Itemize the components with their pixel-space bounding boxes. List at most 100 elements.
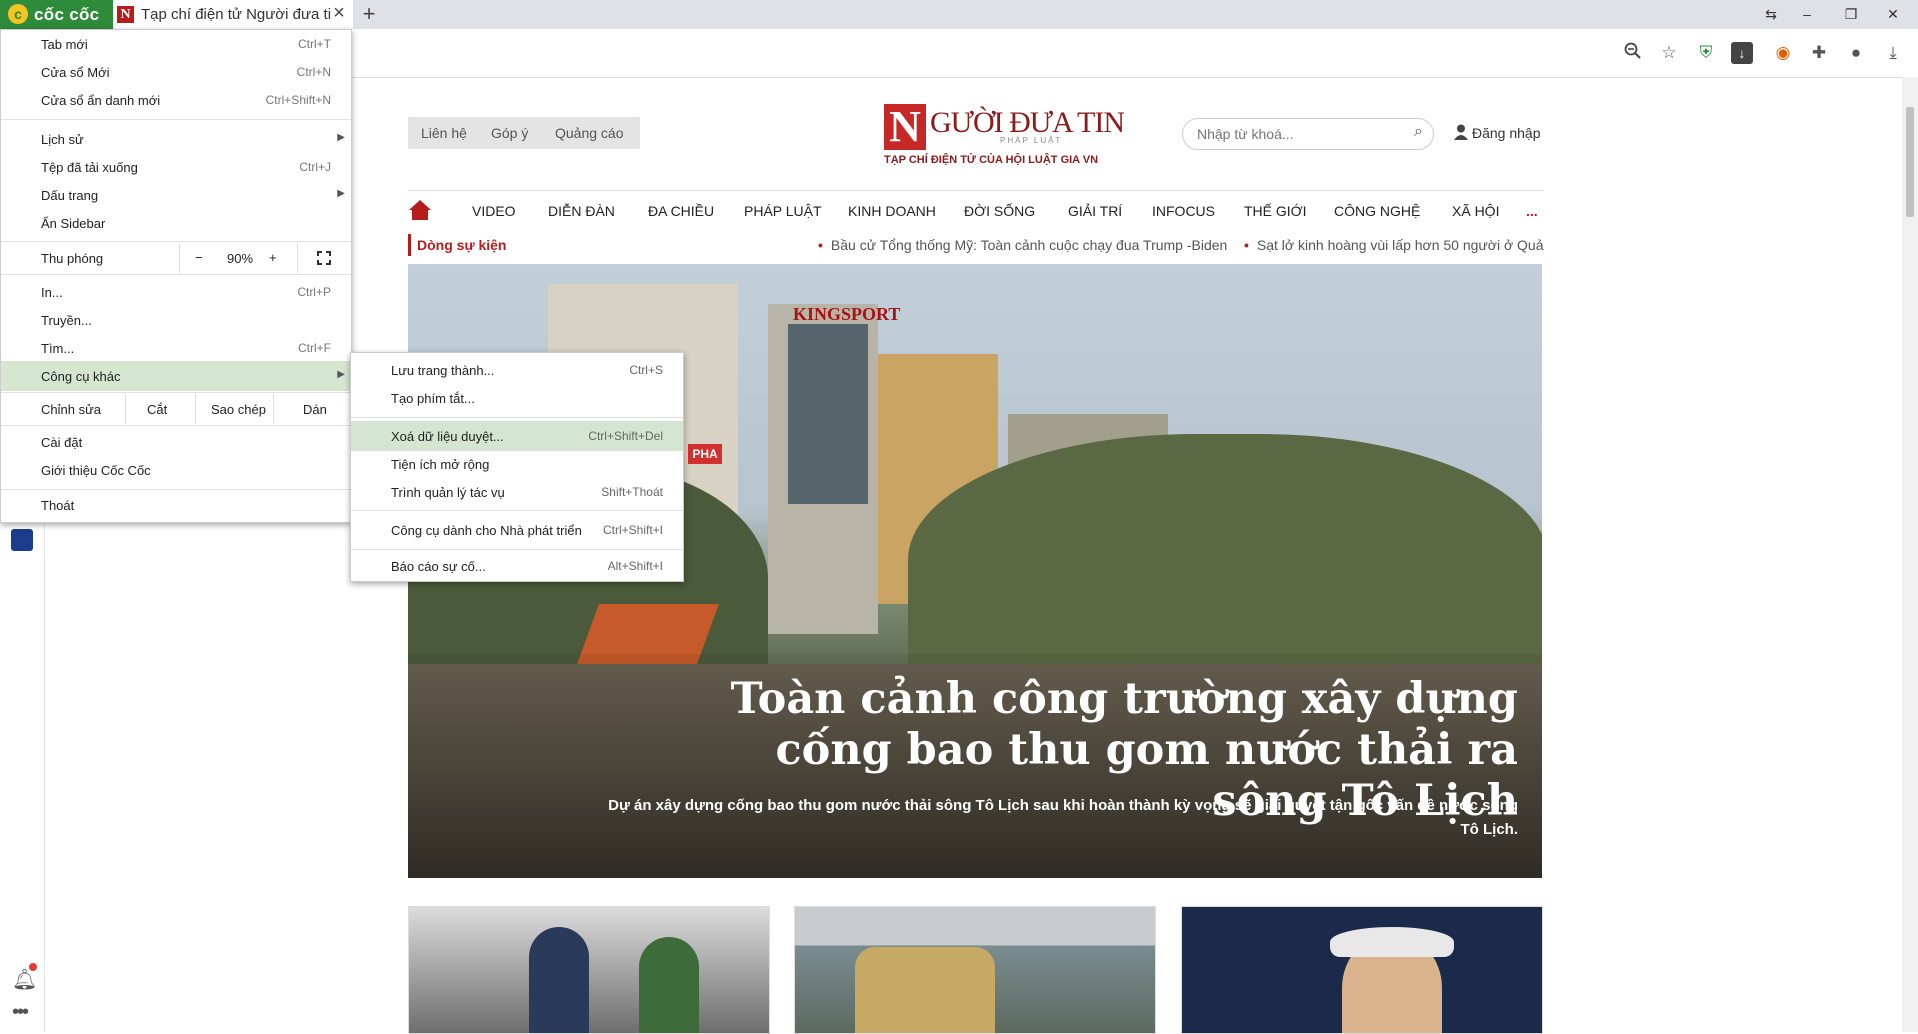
zoom-icon[interactable] [1622,42,1644,64]
nav-item[interactable]: PHÁP LUẬT [744,203,822,219]
scrollbar-thumb[interactable] [1906,107,1914,217]
hero-building-windows [788,324,868,504]
hero-sign: KINGSPORT [793,304,901,324]
article-card[interactable] [408,906,770,1034]
article-card[interactable] [794,906,1156,1034]
link-contact[interactable]: Liên hệ [421,125,467,141]
zoom-divider [179,243,180,273]
menu-downloads[interactable]: Tệp đã tải xuống Ctrl+J [1,154,351,182]
nav-item[interactable]: CÔNG NGHỆ [1334,203,1420,219]
notification-dot [29,963,37,971]
copy-button[interactable]: Sao chép [211,402,266,417]
browser-tab[interactable]: N Tạp chí điện tử Người đưa tin × [113,0,353,29]
menu-find[interactable]: Tìm... Ctrl+F [1,335,351,363]
article-thumbnail [639,937,699,1033]
logo-tagline: TẠP CHÍ ĐIỆN TỬ CỦA HỘI LUẬT GIA VN [884,154,1099,166]
menu-history[interactable]: Lịch sử ▶ [1,126,351,154]
article-card[interactable] [1181,906,1543,1034]
paste-button[interactable]: Dán [303,402,327,417]
menu-cast[interactable]: Truyền... [1,307,351,335]
zoom-out-button[interactable]: − [195,250,203,265]
fullscreen-icon[interactable] [317,251,331,265]
coccoc-logo-icon: c [8,4,28,24]
new-tab-button[interactable]: + [358,2,380,26]
cut-button[interactable]: Cắt [147,402,167,417]
hero-sign-2: PHA [688,444,722,464]
nav-item[interactable]: KINH DOANH [848,203,936,219]
login-link[interactable]: Đăng nhập [1454,124,1541,141]
nav-more-icon[interactable]: ... [1526,203,1538,219]
menu-save-page[interactable]: Lưu trang thành... Ctrl+S [351,357,683,385]
menu-bookmarks[interactable]: Dấu trang ▶ [1,182,351,210]
nav-item[interactable]: ĐA CHIỀU [648,203,714,219]
coccoc-menu-button[interactable]: c cốc cốc [0,0,113,29]
menu-divider [351,549,683,550]
user-icon [1454,124,1468,140]
menu-divider [351,417,683,418]
menu-developer-tools[interactable]: Công cụ dành cho Nhà phát triển Ctrl+Shif… [351,517,683,545]
search-input[interactable] [1195,125,1399,143]
extensions-puzzle-icon[interactable]: ✚ [1808,42,1830,64]
top-links: Liên hệ Góp ý Quảng cáo [408,117,640,149]
submenu-arrow-icon: ▶ [337,369,345,380]
nav-item[interactable]: THẾ GIỚI [1244,203,1307,219]
restore-button[interactable]: ❐ [1838,4,1864,24]
minimize-button[interactable]: – [1794,4,1820,24]
site-logo[interactable]: N GƯỜI ĐƯA TIN PHÁP LUẬT TẠP CHÍ ĐIỆN TỬ… [884,104,1125,166]
menu-create-shortcut[interactable]: Tạo phím tắt... [351,385,683,413]
logo-letter: N [884,104,926,150]
close-window-button[interactable]: ✕ [1880,4,1906,24]
sidebar-app-icon[interactable] [11,529,33,551]
menu-hide-sidebar[interactable]: Ẩn Sidebar [1,210,351,238]
menu-incognito[interactable]: Cửa sổ ẩn danh mới Ctrl+Shift+N [1,87,351,115]
nav-item[interactable]: GIẢI TRÍ [1068,203,1122,219]
nav-item[interactable]: DIỄN ĐÀN [548,203,615,219]
nav-item[interactable]: ĐỜI SỐNG [964,203,1035,219]
more-icon[interactable]: ••• [12,1001,29,1024]
menu-report-issue[interactable]: Báo cáo sự cố... Alt+Shift+I [351,553,683,581]
tab-title: Tạp chí điện tử Người đưa tin [141,6,331,23]
browser-main-menu: Tab mới Ctrl+T Cửa sổ Mới Ctrl+N Cửa sổ ẩn… [0,29,352,523]
nav-item[interactable]: VIDEO [472,203,516,219]
tab-search-icon[interactable]: ⇆ [1758,4,1784,24]
main-nav: VIDEO DIỄN ĐÀN ĐA CHIỀU PHÁP LUẬT KINH D… [408,190,1544,227]
menu-about[interactable]: Giới thiệu Cốc Cốc [1,457,351,485]
menu-print[interactable]: In... Ctrl+P [1,279,351,307]
extension-badge-icon[interactable]: ⛨ [1695,42,1717,64]
submenu-arrow-icon: ▶ [337,188,345,199]
nav-item[interactable]: XÃ HỘI [1452,203,1499,219]
logo-name: GƯỜI ĐƯA TIN [930,106,1125,139]
page-scrollbar[interactable] [1902,77,1918,1032]
zoom-divider [297,243,298,273]
bookmark-star-icon[interactable]: ☆ [1658,42,1680,64]
coccoc-extension-icon[interactable]: ◉ [1772,42,1794,64]
link-advertising[interactable]: Quảng cáo [555,125,624,141]
menu-settings[interactable]: Cài đặt [1,429,351,457]
menu-extensions[interactable]: Tiện ích mở rộng [351,451,683,479]
submenu-arrow-icon: ▶ [337,132,345,143]
ticker-item[interactable]: • Bầu cử Tổng thống Mỹ: Toàn cảnh cuộc ch… [818,234,1227,256]
menu-exit[interactable]: Thoát [1,492,351,520]
menu-clear-browsing-data[interactable]: Xoá dữ liệu duyệt... Ctrl+Shift+Del [351,421,683,451]
menu-more-tools[interactable]: Công cụ khác ▶ [1,361,351,391]
login-label: Đăng nhập [1472,125,1541,141]
menu-new-window[interactable]: Cửa sổ Mới Ctrl+N [1,59,351,87]
download-icon[interactable]: ⤓ [1882,42,1904,64]
article-thumbnail [529,927,589,1033]
profile-avatar-icon[interactable]: ● [1845,42,1867,64]
article-thumbnail [855,947,995,1033]
menu-divider [1,241,351,242]
search-icon[interactable]: ⌕ [1414,123,1423,141]
ticker-item[interactable]: • Sạt lở kinh hoàng vùi lấp hơn 50 người … [1244,234,1544,256]
close-tab-icon[interactable]: × [329,3,349,23]
zoom-value: 90% [227,251,254,266]
home-icon[interactable] [408,199,432,221]
edit-divider [125,394,126,424]
download-manager-icon[interactable]: ↓ [1731,42,1753,64]
menu-task-manager[interactable]: Trình quản lý tác vụ Shift+Thoát [351,479,683,507]
site-search: ⌕ [1182,118,1434,150]
link-feedback[interactable]: Góp ý [491,125,528,141]
zoom-in-button[interactable]: + [269,250,277,265]
nav-item[interactable]: INFOCUS [1152,203,1215,219]
menu-new-tab[interactable]: Tab mới Ctrl+T [1,31,351,59]
